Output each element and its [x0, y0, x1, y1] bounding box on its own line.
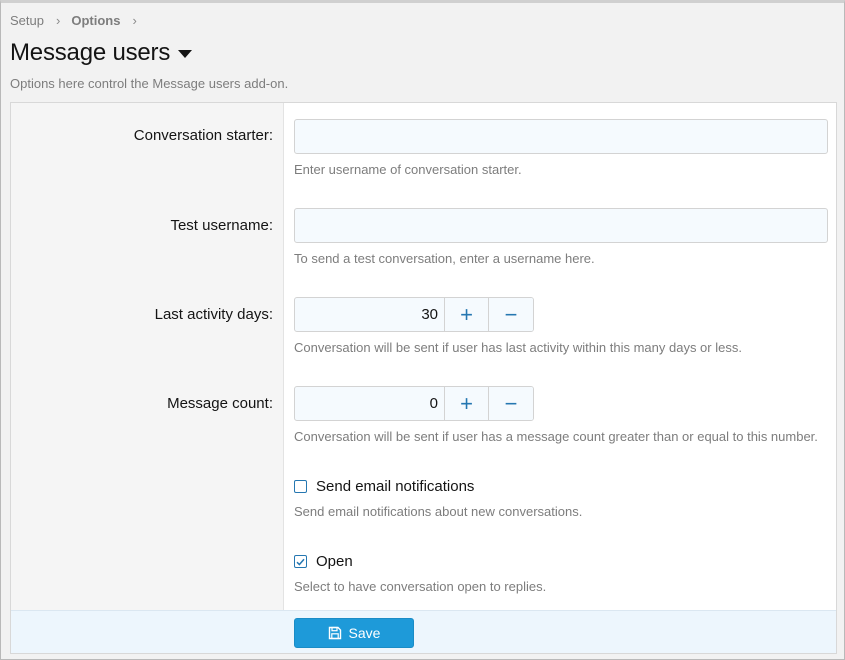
open-hint: Select to have conversation open to repl… — [294, 579, 547, 594]
open-checkbox[interactable] — [294, 555, 307, 568]
breadcrumb-separator-icon: › — [55, 13, 61, 28]
test-username-label: Test username: — [170, 217, 273, 234]
conversation-starter-label: Conversation starter: — [133, 127, 273, 144]
send-email-hint: Send email notifications about new conve… — [294, 504, 583, 519]
minus-icon[interactable]: − — [489, 298, 533, 331]
test-username-input[interactable] — [294, 208, 828, 243]
breadcrumb: Setup › Options › — [10, 13, 148, 28]
save-button[interactable]: Save — [294, 618, 414, 648]
label-column: Conversation starter: Test username: Las… — [11, 103, 284, 610]
page-title: Message users — [10, 39, 171, 66]
title-row[interactable]: Message users — [10, 39, 193, 67]
minus-icon[interactable]: − — [489, 387, 533, 420]
message-count-stepper: 0 + − — [294, 386, 534, 421]
floppy-disk-icon — [328, 626, 341, 640]
open-checkbox-row[interactable]: Open — [294, 553, 353, 570]
conversation-starter-hint: Enter username of conversation starter. — [294, 162, 522, 177]
last-activity-days-hint: Conversation will be sent if user has la… — [294, 340, 742, 355]
open-label[interactable]: Open — [316, 553, 353, 570]
send-email-checkbox-row[interactable]: Send email notifications — [294, 478, 474, 495]
message-count-input[interactable]: 0 — [295, 387, 445, 420]
last-activity-days-stepper: 30 + − — [294, 297, 534, 332]
last-activity-days-label: Last activity days: — [154, 306, 273, 323]
checkmark-icon — [296, 558, 305, 566]
send-email-checkbox[interactable] — [294, 480, 307, 493]
form-footer: Save — [11, 610, 836, 653]
message-count-hint: Conversation will be sent if user has a … — [294, 429, 818, 444]
caret-down-icon[interactable] — [178, 50, 193, 58]
page-description: Options here control the Message users a… — [10, 76, 289, 91]
breadcrumb-setup[interactable]: Setup — [10, 13, 44, 28]
breadcrumb-options[interactable]: Options — [71, 13, 120, 28]
test-username-hint: To send a test conversation, enter a use… — [294, 251, 595, 266]
breadcrumb-separator-icon: › — [132, 13, 137, 28]
options-form: Conversation starter: Test username: Las… — [10, 102, 837, 654]
window-frame: Setup › Options › Message users Options … — [0, 0, 845, 660]
save-button-label: Save — [348, 625, 381, 641]
message-count-label: Message count: — [167, 395, 273, 412]
last-activity-days-input[interactable]: 30 — [295, 298, 445, 331]
conversation-starter-input[interactable] — [294, 119, 828, 154]
send-email-label[interactable]: Send email notifications — [316, 478, 474, 495]
plus-icon[interactable]: + — [445, 298, 489, 331]
plus-icon[interactable]: + — [445, 387, 489, 420]
